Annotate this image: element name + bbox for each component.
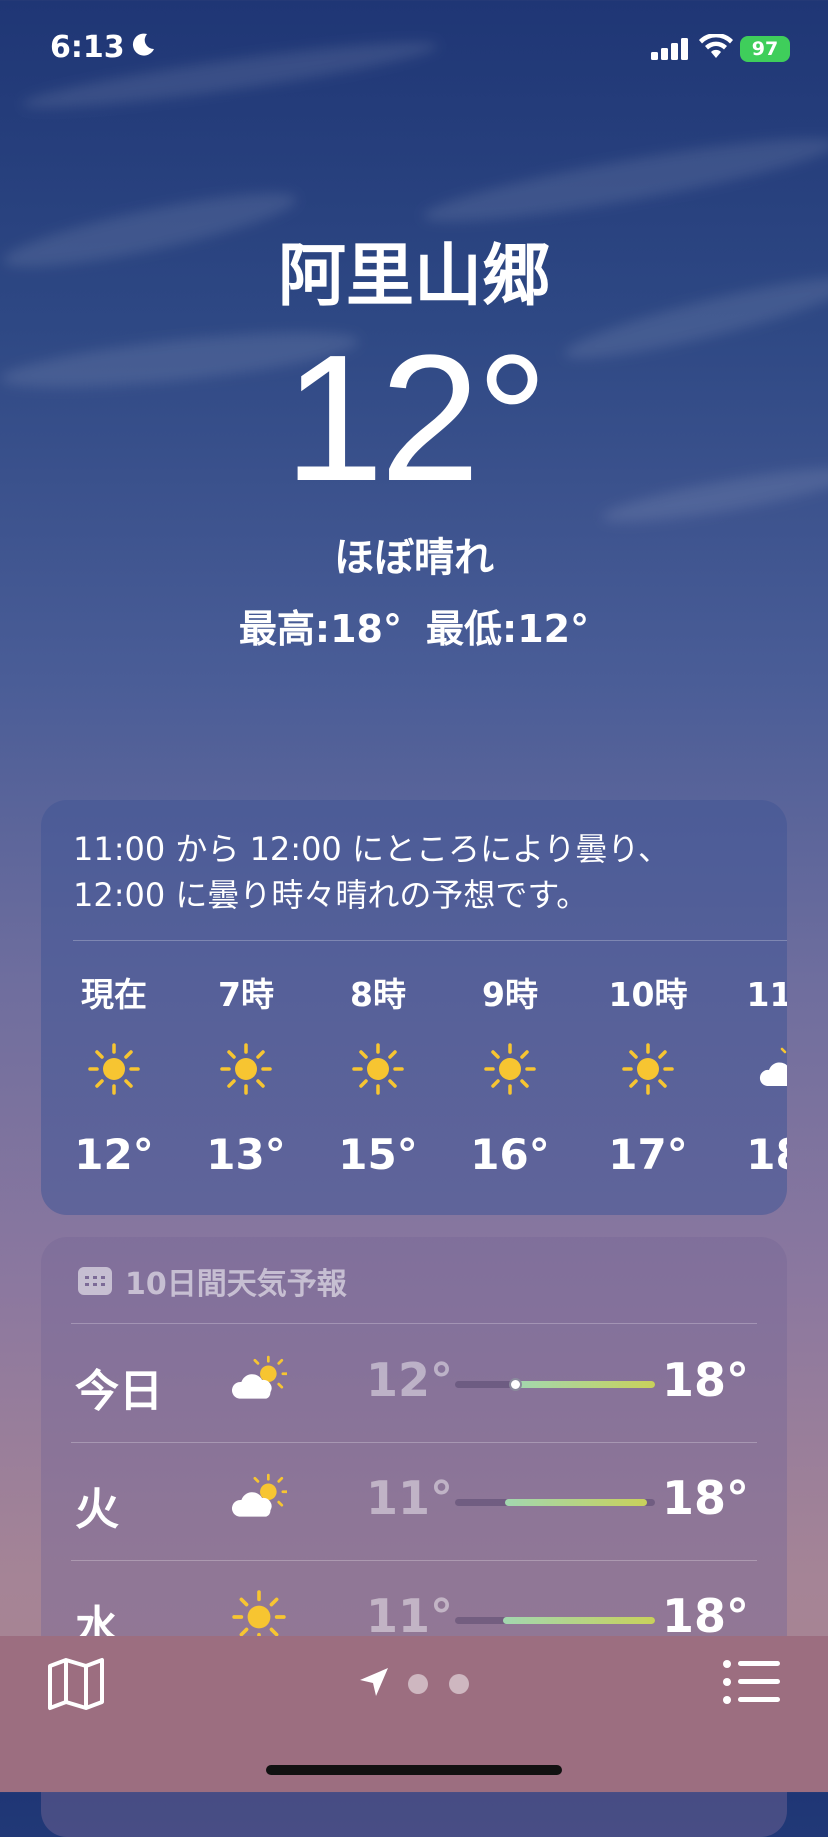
day-row[interactable]: 火 11° 18° (41, 1443, 787, 1561)
partly-cloudy-icon (759, 1042, 787, 1096)
page-dot[interactable] (408, 1674, 428, 1694)
divider (73, 940, 787, 941)
status-bar: 6:13 97 (0, 0, 828, 100)
home-indicator[interactable] (266, 1765, 562, 1775)
calendar-icon (78, 1267, 112, 1295)
sun-icon (483, 1042, 537, 1096)
status-time: 6:13 (50, 30, 125, 65)
high-temp: 18° (661, 1353, 749, 1407)
battery-level: 97 (751, 38, 779, 60)
hourly-list[interactable]: 現在 12° 7時 13° 8時 15° 9時 16° 10時 17° 11時 … (41, 950, 787, 1200)
high-temp: 18° (661, 1471, 749, 1525)
temperature-range-bar (455, 1499, 655, 1506)
high-low: 最高:18° 最低:12° (0, 598, 828, 653)
temperature-range-bar (455, 1617, 655, 1624)
hour-label: 10時 (608, 975, 688, 1014)
hour-label: 8時 (350, 975, 406, 1014)
high-temp: 18° (661, 1589, 749, 1643)
ten-day-header: 10日間天気予報 (77, 1261, 347, 1302)
low-temperature: 最低:12° (426, 607, 590, 651)
ten-day-title: 10日間天気予報 (125, 1267, 347, 1302)
hour-temp: 18° (746, 1130, 787, 1179)
hour-temp: 16° (470, 1130, 550, 1179)
map-icon[interactable] (46, 1656, 106, 1712)
summary-line: 11:00 から 12:00 にところにより曇り、 (73, 830, 671, 868)
low-temp: 11° (365, 1589, 453, 1643)
sun-icon (219, 1042, 273, 1096)
page-dot[interactable] (449, 1674, 469, 1694)
moon-icon (132, 33, 154, 56)
location-arrow-icon[interactable] (358, 1666, 390, 1698)
hour-temp: 13° (206, 1130, 286, 1179)
sun-icon (351, 1042, 405, 1096)
partly-cloudy-icon (223, 1471, 295, 1527)
hour-label: 11時 (746, 975, 787, 1014)
wifi-icon (699, 34, 733, 58)
list-icon[interactable] (722, 1658, 782, 1706)
day-label: 今日 (75, 1366, 163, 1417)
cellular-signal-icon (651, 38, 688, 60)
day-row[interactable]: 今日 12° 18° (41, 1325, 787, 1443)
hour-temp: 15° (338, 1130, 418, 1179)
current-condition: ほぼ晴れ (334, 535, 494, 581)
day-label: 火 (75, 1484, 119, 1535)
hour-label: 7時 (218, 975, 274, 1014)
partly-cloudy-icon (223, 1353, 295, 1409)
temperature-range-bar (455, 1378, 655, 1391)
current-temperature: 12° (283, 318, 548, 519)
low-temp: 11° (365, 1471, 453, 1525)
divider (71, 1323, 757, 1324)
low-temp: 12° (365, 1353, 453, 1407)
city-name: 阿里山郷 (277, 237, 550, 316)
hourly-forecast-card[interactable]: 11:00 から 12:00 にところにより曇り、 12:00 に曇り時々晴れの… (41, 800, 787, 1215)
summary-line: 12:00 に曇り時々晴れの予想です。 (73, 876, 589, 914)
battery-charging-icon: 97 (740, 36, 790, 62)
temperature-range-fill (505, 1499, 647, 1506)
hour-temp: 17° (608, 1130, 688, 1179)
hour-label: 現在 (81, 975, 147, 1014)
forecast-summary: 11:00 から 12:00 にところにより曇り、 12:00 に曇り時々晴れの… (73, 826, 773, 918)
hour-temp: 12° (74, 1130, 154, 1179)
hour-label: 9時 (482, 975, 538, 1014)
current-temp-marker (509, 1378, 522, 1391)
sun-icon (87, 1042, 141, 1096)
high-temperature: 最高:18° (238, 607, 402, 651)
sun-icon (621, 1042, 675, 1096)
